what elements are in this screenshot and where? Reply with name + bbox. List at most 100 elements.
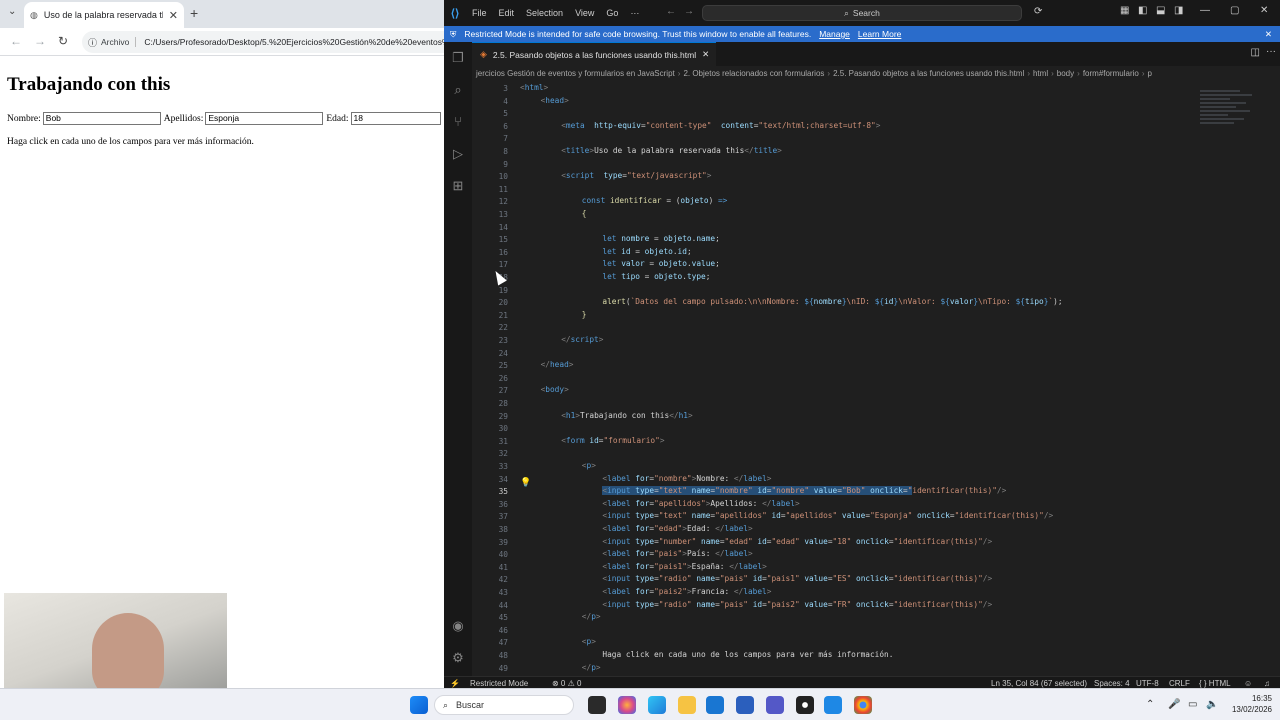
more-actions-icon[interactable]: ··· xyxy=(1266,46,1276,57)
taskbar-clock[interactable]: 16:35 13/02/2026 xyxy=(1224,693,1272,715)
settings-app-icon[interactable] xyxy=(736,696,754,714)
breadcrumb-html[interactable]: html xyxy=(1033,69,1048,78)
new-tab-button[interactable]: + xyxy=(190,5,198,21)
remote-indicator[interactable]: ⚡ xyxy=(450,679,460,688)
breadcrumb-folder[interactable]: jercicios Gestión de eventos y formulari… xyxy=(476,69,675,78)
code-line[interactable]: <label for="apellidos">Apellidos: </labe… xyxy=(520,498,799,510)
toggle-secondary-sidebar-icon[interactable]: ◨ xyxy=(1174,5,1183,16)
code-line[interactable]: let tipo = objeto.type; xyxy=(520,271,710,283)
close-window-icon[interactable]: ✕ xyxy=(1260,5,1268,16)
breadcrumb-form[interactable]: form#formulario xyxy=(1083,69,1139,78)
minimize-icon[interactable]: — xyxy=(1200,5,1210,16)
restricted-mode-status[interactable]: Restricted Mode xyxy=(470,679,528,688)
language-status[interactable]: { } HTML xyxy=(1199,679,1231,688)
volume-icon[interactable]: 🔈 xyxy=(1206,699,1218,710)
close-editor-tab-icon[interactable]: ✕ xyxy=(702,49,709,60)
menu-go[interactable]: Go xyxy=(600,8,624,18)
nav-back-icon[interactable]: ← xyxy=(666,6,676,17)
code-line[interactable]: <input type="radio" name="pais" id="pais… xyxy=(520,573,992,585)
code-line[interactable]: </p> xyxy=(520,662,601,674)
eol-status[interactable]: CRLF xyxy=(1169,679,1190,688)
code-editor[interactable]: <html> <head> <meta http-equiv="content-ty… xyxy=(520,80,1200,676)
copilot-status-icon[interactable]: ☺ xyxy=(1244,679,1252,688)
code-line[interactable]: <html> xyxy=(520,82,548,94)
code-line[interactable]: <meta http-equiv="content-type" content=… xyxy=(520,120,880,132)
browser-tab[interactable]: ◍ Uso de la palabra reservada thi ✕ xyxy=(24,2,184,28)
breadcrumb-p[interactable]: p xyxy=(1148,69,1152,78)
extensions-icon[interactable]: ⊞ xyxy=(450,178,466,194)
notifications-bell-icon[interactable]: ♫ xyxy=(1264,679,1270,688)
task-view-icon[interactable] xyxy=(588,696,606,714)
teams-icon[interactable] xyxy=(766,696,784,714)
code-line[interactable]: <script type="text/javascript"> xyxy=(520,170,711,182)
nombre-input[interactable]: Bob xyxy=(42,112,161,125)
close-banner-icon[interactable]: ✕ xyxy=(1265,29,1272,40)
explorer-icon[interactable]: ❐ xyxy=(450,50,466,66)
code-line[interactable]: <label for="pais1">España: </label> xyxy=(520,561,766,573)
network-icon[interactable]: ▭ xyxy=(1188,699,1197,710)
code-line[interactable]: <form id="formulario"> xyxy=(520,435,664,447)
lightbulb-icon[interactable]: 💡 xyxy=(520,477,531,488)
breadcrumb-file[interactable]: 2.5. Pasando objetos a las funciones usa… xyxy=(833,69,1024,78)
menu-edit[interactable]: Edit xyxy=(493,8,521,18)
breadcrumb-subfolder[interactable]: 2. Objetos relacionados con formularios xyxy=(683,69,824,78)
code-line[interactable]: <input type="text" name="apellidos" id="… xyxy=(520,510,1053,522)
vscode-taskbar-icon[interactable] xyxy=(824,696,842,714)
tray-chevron-icon[interactable]: ⌃ xyxy=(1146,699,1154,710)
tab-search-chevron-icon[interactable]: ⌄ xyxy=(8,6,16,17)
back-arrow-icon[interactable]: ← xyxy=(10,34,22,48)
nav-forward-icon[interactable]: → xyxy=(684,6,694,17)
code-line[interactable]: <input type="radio" name="pais" id="pais… xyxy=(520,599,992,611)
taskbar-search[interactable]: ⌕ Buscar xyxy=(434,695,574,715)
layout-toggle-icon[interactable]: ▦ xyxy=(1120,5,1129,16)
settings-gear-icon[interactable]: ⚙ xyxy=(450,650,466,666)
copilot-app-icon[interactable] xyxy=(618,696,636,714)
code-line[interactable]: let valor = objeto.value; xyxy=(520,258,719,270)
code-line[interactable]: <input type="number" name="edad" id="eda… xyxy=(520,536,992,548)
run-debug-icon[interactable]: ▷ xyxy=(450,146,466,162)
code-line[interactable]: <p> xyxy=(520,636,596,648)
split-editor-icon[interactable]: ◫ xyxy=(1251,47,1260,58)
edge-icon[interactable] xyxy=(648,696,666,714)
toggle-sidebar-icon[interactable]: ◧ xyxy=(1138,5,1147,16)
edad-input[interactable]: 18 xyxy=(350,112,441,125)
code-line[interactable]: const identificar = (objeto) => xyxy=(520,195,728,207)
code-line[interactable]: <head> xyxy=(520,95,569,107)
menu-selection[interactable]: Selection xyxy=(520,8,569,18)
code-line[interactable]: </p> xyxy=(520,611,601,623)
learn-more-link[interactable]: Learn More xyxy=(858,29,901,39)
minimap[interactable] xyxy=(1200,90,1260,160)
apellidos-input[interactable]: Esponja xyxy=(205,112,324,125)
code-line[interactable]: <label for="edad">Edad: </label> xyxy=(520,523,752,535)
code-line[interactable]: Haga click en cada uno de los campos par… xyxy=(520,649,893,661)
code-line[interactable]: let id = objeto.id; xyxy=(520,246,691,258)
problems-status[interactable]: ⊗ 0 ⚠ 0 xyxy=(552,679,581,688)
code-line[interactable]: </head> xyxy=(520,359,574,371)
windows-start-icon[interactable] xyxy=(410,696,428,714)
chrome-icon[interactable] xyxy=(854,696,872,714)
code-line[interactable]: { xyxy=(520,208,587,220)
file-explorer-icon[interactable] xyxy=(678,696,696,714)
code-line[interactable]: </script> xyxy=(520,334,603,346)
code-line[interactable]: } xyxy=(520,309,587,321)
store-icon[interactable] xyxy=(706,696,724,714)
code-line[interactable]: <title>Uso de la palabra reservada this<… xyxy=(520,145,782,157)
code-line[interactable]: <label for="pais">País: </label> xyxy=(520,548,752,560)
code-line[interactable]: <label for="pais2">Francia: </label> xyxy=(520,586,771,598)
reload-icon[interactable]: ↻ xyxy=(58,34,68,48)
breadcrumb-body[interactable]: body xyxy=(1057,69,1074,78)
code-line[interactable]: <input type="text" name="nombre" id="nom… xyxy=(520,485,1006,497)
code-line[interactable]: <p> xyxy=(520,460,596,472)
indentation-status[interactable]: Spaces: 4 xyxy=(1094,679,1130,688)
code-line[interactable]: let nombre = objeto.name; xyxy=(520,233,719,245)
address-bar[interactable]: ⓘ Archivo C:/Users/Profesorado/Desktop/5… xyxy=(82,31,444,53)
cursor-position-status[interactable]: Ln 35, Col 84 (67 selected) xyxy=(991,679,1087,688)
menu-view[interactable]: View xyxy=(569,8,600,18)
manage-link[interactable]: Manage xyxy=(819,29,850,39)
close-tab-icon[interactable]: ✕ xyxy=(169,9,178,22)
editor-tab-active[interactable]: ◈ 2.5. Pasando objetos a las funciones u… xyxy=(472,42,716,66)
copilot-icon[interactable]: ⟳ xyxy=(1034,6,1042,17)
code-line[interactable]: alert(`Datos del campo pulsado:\n\nNombr… xyxy=(520,296,1062,308)
code-line[interactable]: <body> xyxy=(520,384,569,396)
github-desktop-icon[interactable] xyxy=(796,696,814,714)
